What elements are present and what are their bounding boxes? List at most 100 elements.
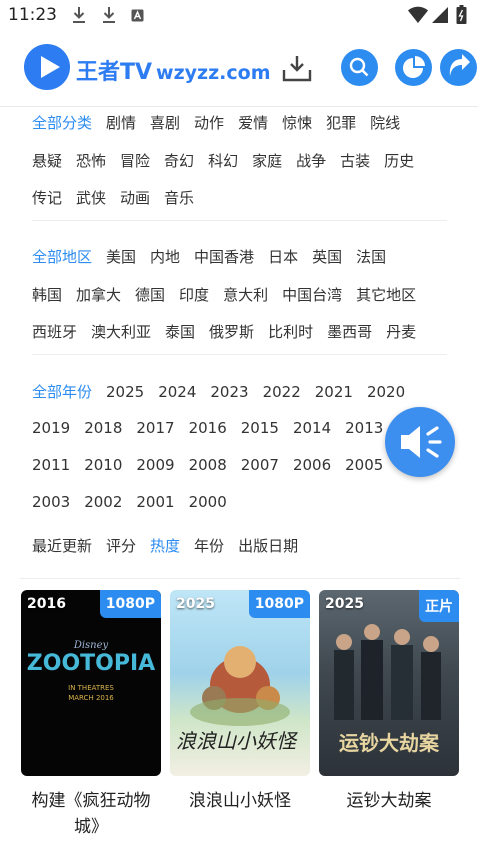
filter-year[interactable]: 2017 (136, 419, 174, 437)
filter-region[interactable]: 德国 (135, 284, 165, 305)
filter-year[interactable]: 2007 (241, 456, 279, 474)
filter-year[interactable]: 2014 (293, 419, 331, 437)
filter-region[interactable]: 内地 (150, 246, 180, 267)
filter-region[interactable]: 法国 (356, 246, 386, 267)
filter-genre-all[interactable]: 全部分类 (32, 112, 92, 133)
filter-year[interactable]: 2015 (241, 419, 279, 437)
filter-year[interactable]: 2021 (315, 383, 353, 401)
filter-year[interactable]: 2005 (345, 456, 383, 474)
filter-region[interactable]: 丹麦 (386, 321, 416, 342)
filter-genre[interactable]: 惊悚 (282, 112, 312, 133)
filter-year[interactable]: 2001 (136, 493, 174, 511)
share-button[interactable] (440, 49, 477, 86)
logo-text[interactable]: 王者TV wzyzz.com (76, 54, 271, 86)
floating-audio-button[interactable] (385, 407, 455, 477)
filter-genre[interactable]: 院线 (370, 112, 400, 133)
sort-row: 最近更新 评分 热度 年份 出版日期 (32, 535, 312, 556)
filter-genre[interactable]: 冒险 (120, 150, 150, 171)
filter-region-all[interactable]: 全部地区 (32, 246, 92, 267)
section-divider (32, 354, 447, 355)
svg-text:ZOOTOPIA: ZOOTOPIA (27, 651, 155, 676)
filter-year[interactable]: 2003 (32, 493, 70, 511)
filter-year[interactable]: 2018 (84, 419, 122, 437)
filter-region[interactable]: 加拿大 (76, 284, 121, 305)
filter-genre[interactable]: 历史 (384, 150, 414, 171)
filter-genre[interactable]: 科幻 (208, 150, 238, 171)
movie-card[interactable]: 浪浪山小妖怪 2025 1080P 浪浪山小妖怪 (170, 590, 310, 814)
svg-text:浪浪山小妖怪: 浪浪山小妖怪 (176, 729, 298, 753)
filter-region[interactable]: 日本 (268, 246, 298, 267)
movie-card[interactable]: Disney ZOOTOPIA IN THEATRES MARCH 2016 2… (21, 590, 161, 840)
download-icon[interactable] (282, 54, 312, 82)
filter-genre[interactable]: 喜剧 (150, 112, 180, 133)
filter-region[interactable]: 美国 (106, 246, 136, 267)
filter-region[interactable]: 韩国 (32, 284, 62, 305)
filter-year[interactable]: 2011 (32, 456, 70, 474)
filter-region[interactable]: 墨西哥 (327, 321, 372, 342)
filter-year[interactable]: 2023 (210, 383, 248, 401)
sort-option[interactable]: 评分 (106, 535, 136, 556)
filter-region[interactable]: 英国 (312, 246, 342, 267)
filter-year-all[interactable]: 全部年份 (32, 381, 92, 402)
filter-region[interactable]: 澳大利亚 (91, 321, 151, 342)
filter-genre[interactable]: 爱情 (238, 112, 268, 133)
filter-region[interactable]: 俄罗斯 (209, 321, 254, 342)
filter-year[interactable]: 2022 (263, 383, 301, 401)
filter-year[interactable]: 2008 (189, 456, 227, 474)
filter-region[interactable]: 中国香港 (194, 246, 254, 267)
filter-region[interactable]: 比利时 (268, 321, 313, 342)
brand-url: wzyzz.com (156, 62, 271, 84)
filter-region[interactable]: 意大利 (223, 284, 268, 305)
filter-year[interactable]: 2025 (106, 383, 144, 401)
filter-year[interactable]: 2024 (158, 383, 196, 401)
filter-region[interactable]: 印度 (179, 284, 209, 305)
filter-genre[interactable]: 武侠 (76, 187, 106, 208)
year-row: 20112010200920082007200620052 (32, 456, 421, 474)
sort-option-active[interactable]: 热度 (150, 535, 180, 556)
filter-year[interactable]: 2002 (84, 493, 122, 511)
signal-icon (432, 7, 448, 23)
search-button[interactable] (341, 49, 378, 86)
filter-region[interactable]: 中国台湾 (282, 284, 342, 305)
filter-year[interactable]: 2010 (84, 456, 122, 474)
filter-genre[interactable]: 战争 (296, 150, 326, 171)
filter-genre[interactable]: 动作 (194, 112, 224, 133)
filter-genre[interactable]: 动画 (120, 187, 150, 208)
filter-year[interactable]: 2009 (136, 456, 174, 474)
filter-genre[interactable]: 悬疑 (32, 150, 62, 171)
filter-year[interactable]: 2006 (293, 456, 331, 474)
filter-genre[interactable]: 家庭 (252, 150, 282, 171)
filter-genre[interactable]: 传记 (32, 187, 62, 208)
filter-year[interactable]: 2013 (345, 419, 383, 437)
year-tag: 2025 (176, 596, 215, 612)
region-row: 全部地区 美国 内地 中国香港 日本 英国 法国 (32, 246, 400, 267)
year-tag: 2025 (325, 596, 364, 612)
filter-year[interactable]: 2019 (32, 419, 70, 437)
movie-poster[interactable]: Disney ZOOTOPIA IN THEATRES MARCH 2016 2… (21, 590, 161, 776)
sort-option[interactable]: 出版日期 (238, 535, 298, 556)
filter-genre[interactable]: 恐怖 (76, 150, 106, 171)
filter-region[interactable]: 其它地区 (356, 284, 416, 305)
filter-genre[interactable]: 剧情 (106, 112, 136, 133)
movie-title[interactable]: 构建《疯狂动物城》 (21, 788, 161, 840)
history-button[interactable] (395, 49, 432, 86)
movie-title[interactable]: 运钞大劫案 (319, 788, 459, 814)
year-row: 全部年份 2025 2024 2023 2022 2021 2020 (32, 381, 419, 402)
filter-year[interactable]: 2020 (367, 383, 405, 401)
sort-option[interactable]: 最近更新 (32, 535, 92, 556)
year-row: 2019 2018 2017 2016 2015 2014 2013 (32, 419, 397, 437)
filter-region[interactable]: 泰国 (165, 321, 195, 342)
filter-genre[interactable]: 犯罪 (326, 112, 356, 133)
movie-card[interactable]: 运钞大劫案 2025 正片 运钞大劫案 (319, 590, 459, 814)
filter-genre[interactable]: 音乐 (164, 187, 194, 208)
movie-poster[interactable]: 浪浪山小妖怪 2025 1080P (170, 590, 310, 776)
filter-year[interactable]: 2000 (189, 493, 227, 511)
filter-genre[interactable]: 古装 (340, 150, 370, 171)
sort-option[interactable]: 年份 (194, 535, 224, 556)
filter-year[interactable]: 2016 (189, 419, 227, 437)
filter-region[interactable]: 西班牙 (32, 321, 77, 342)
movie-poster[interactable]: 运钞大劫案 2025 正片 (319, 590, 459, 776)
movie-title[interactable]: 浪浪山小妖怪 (170, 788, 310, 814)
logo-play-icon[interactable] (24, 44, 70, 90)
filter-genre[interactable]: 奇幻 (164, 150, 194, 171)
